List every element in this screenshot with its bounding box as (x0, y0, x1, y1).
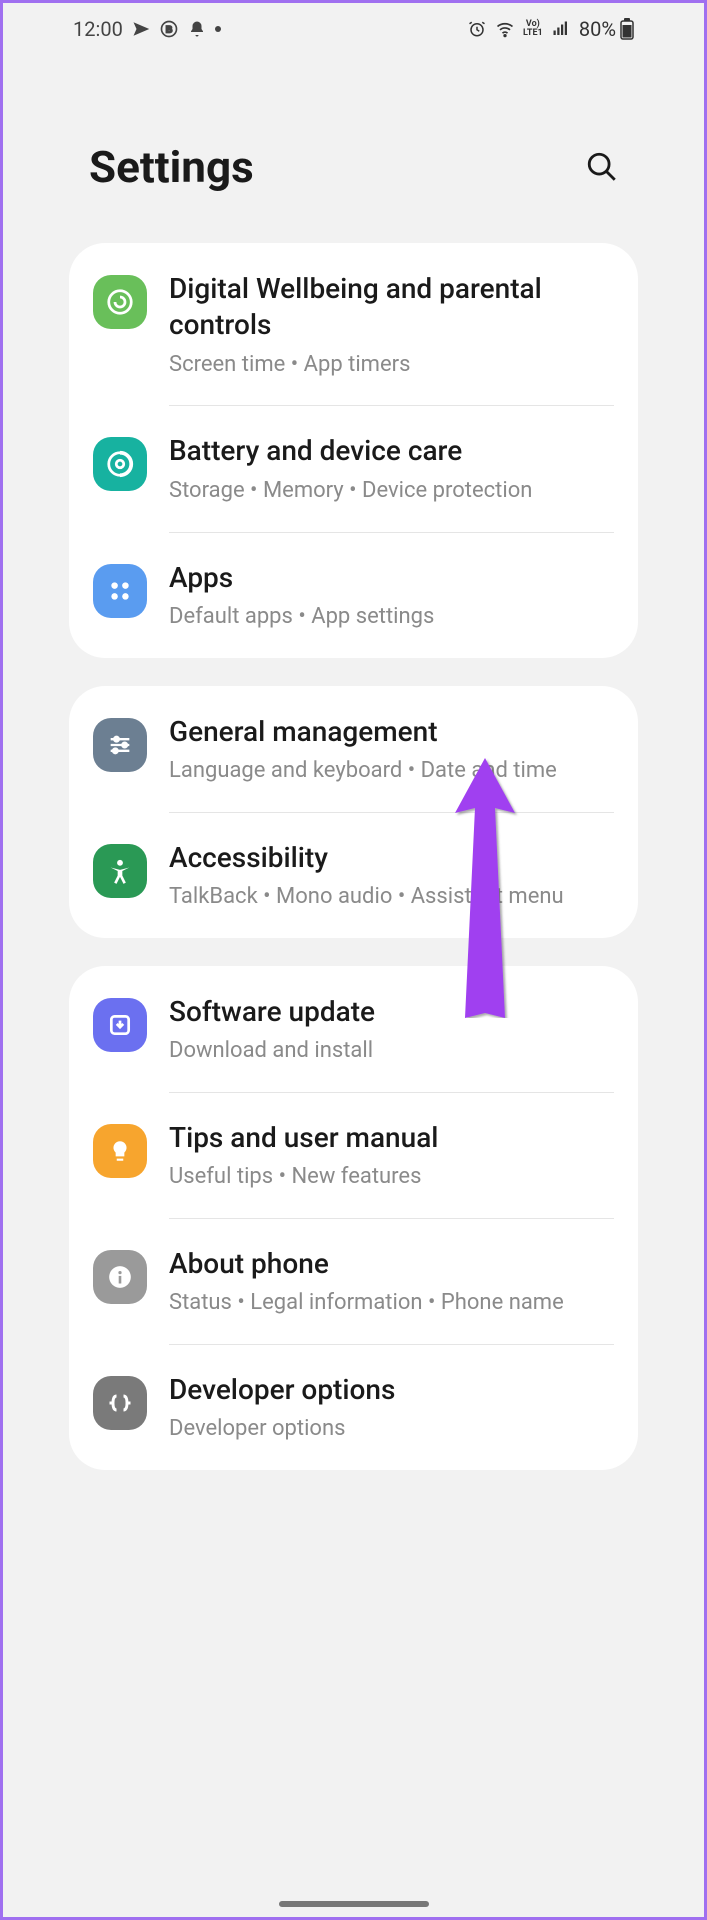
overflow-dot-icon (215, 26, 221, 32)
device-care-icon (93, 437, 147, 491)
settings-item-title: Apps (169, 560, 614, 596)
wifi-icon (495, 19, 515, 39)
accessibility-icon (93, 844, 147, 898)
settings-item-subtitle: Language and keyboard • Date and time (169, 756, 614, 786)
settings-item-subtitle: TalkBack • Mono audio • Assistant menu (169, 882, 614, 912)
alarm-icon (467, 19, 487, 39)
settings-item-subtitle: Screen time • App timers (169, 350, 614, 380)
settings-item-title: Tips and user manual (169, 1120, 614, 1156)
settings-group-2: General management Language and keyboard… (69, 686, 638, 938)
settings-item-title: Battery and device care (169, 433, 614, 469)
page-title: Settings (89, 141, 254, 193)
settings-item-subtitle: Status • Legal information • Phone name (169, 1288, 614, 1318)
search-button[interactable] (582, 147, 622, 187)
update-icon (93, 998, 147, 1052)
bell-icon (187, 19, 207, 39)
battery-status: 80% (579, 17, 634, 41)
settings-item-title: General management (169, 714, 614, 750)
settings-item-title: Accessibility (169, 840, 614, 876)
settings-item-title: Digital Wellbeing and parental controls (169, 271, 614, 344)
settings-item-about-phone[interactable]: About phone Status • Legal information •… (69, 1218, 638, 1344)
settings-item-accessibility[interactable]: Accessibility TalkBack • Mono audio • As… (69, 812, 638, 938)
settings-item-subtitle: Developer options (169, 1414, 614, 1444)
tips-icon (93, 1124, 147, 1178)
battery-percent: 80% (579, 17, 616, 41)
settings-item-subtitle: Useful tips • New features (169, 1162, 614, 1192)
home-indicator[interactable] (279, 1901, 429, 1907)
battery-icon (620, 18, 634, 40)
settings-item-general-management[interactable]: General management Language and keyboard… (69, 686, 638, 812)
developer-icon (93, 1376, 147, 1430)
settings-item-title: Developer options (169, 1372, 614, 1408)
general-icon (93, 718, 147, 772)
settings-item-tips-manual[interactable]: Tips and user manual Useful tips • New f… (69, 1092, 638, 1218)
status-bar: 12:00 B Vo)LTE1 80% (55, 3, 652, 51)
send-icon (131, 19, 151, 39)
about-icon (93, 1250, 147, 1304)
settings-group-1: Digital Wellbeing and parental controls … (69, 243, 638, 658)
settings-item-subtitle: Download and install (169, 1036, 614, 1066)
settings-item-subtitle: Default apps • App settings (169, 602, 614, 632)
settings-item-digital-wellbeing[interactable]: Digital Wellbeing and parental controls … (69, 243, 638, 405)
settings-item-developer-options[interactable]: Developer options Developer options (69, 1344, 638, 1470)
wellbeing-icon (93, 275, 147, 329)
volte-icon: Vo)LTE1 (523, 19, 543, 39)
settings-item-title: About phone (169, 1246, 614, 1282)
settings-item-apps[interactable]: Apps Default apps • App settings (69, 532, 638, 658)
status-time: 12:00 (73, 17, 123, 41)
settings-item-subtitle: Storage • Memory • Device protection (169, 476, 614, 506)
search-icon (585, 150, 619, 184)
signal-icon (551, 19, 571, 39)
settings-group-3: Software update Download and install Tip… (69, 966, 638, 1470)
settings-item-battery-device-care[interactable]: Battery and device care Storage • Memory… (69, 405, 638, 531)
settings-item-title: Software update (169, 994, 614, 1030)
svg-text:B: B (166, 24, 173, 34)
circle-b-icon: B (159, 19, 179, 39)
settings-item-software-update[interactable]: Software update Download and install (69, 966, 638, 1092)
apps-icon (93, 564, 147, 618)
